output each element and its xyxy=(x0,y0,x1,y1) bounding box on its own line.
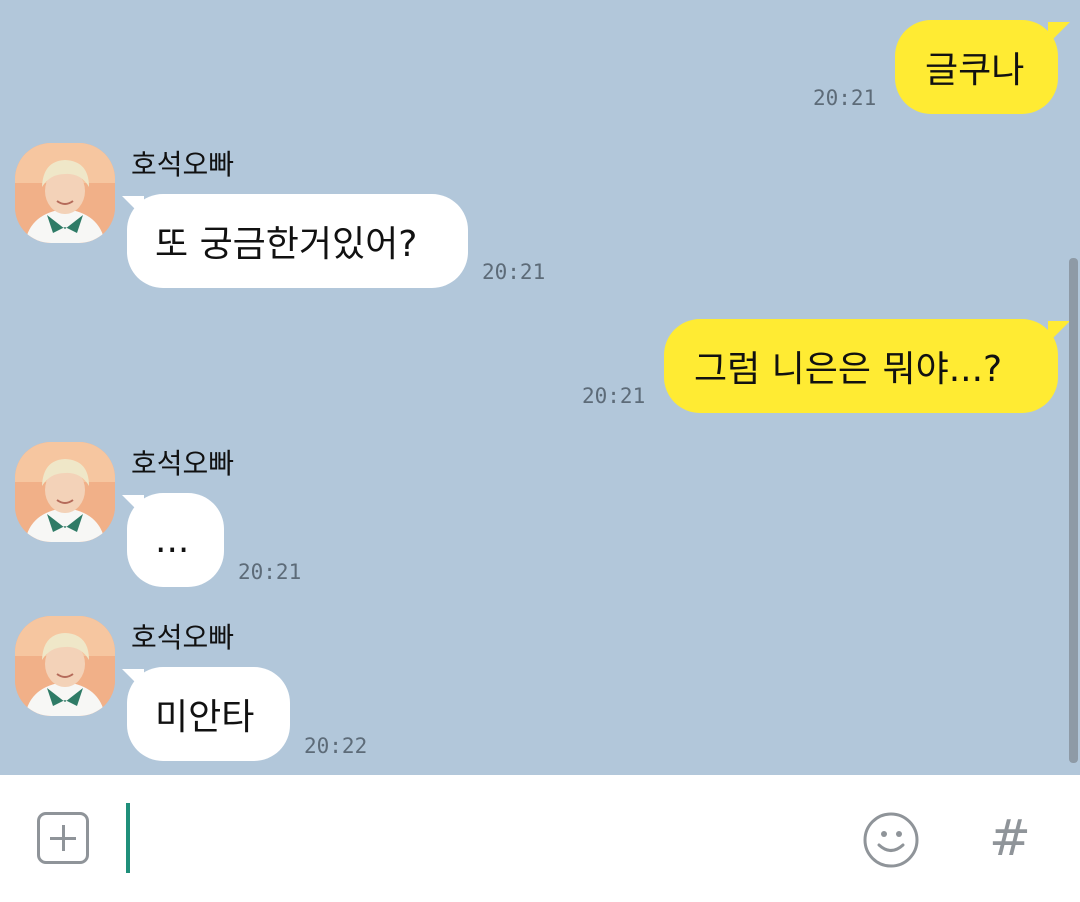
message-text: 미안타 xyxy=(155,697,255,738)
profile-photo xyxy=(15,616,115,716)
message-text: 글쿠나 xyxy=(925,50,1025,91)
bubble-tail xyxy=(1048,22,1070,44)
my-message-bubble[interactable]: 그럼 니은은 뭐야...? xyxy=(664,319,1058,413)
profile-photo xyxy=(15,442,115,542)
my-message-bubble[interactable]: 글쿠나 xyxy=(895,20,1058,114)
message-time: 20:22 xyxy=(304,734,368,758)
sender-name: 호석오빠 xyxy=(131,621,235,654)
avatar[interactable] xyxy=(15,442,115,542)
message-time: 20:21 xyxy=(813,86,877,110)
message-time: 20:21 xyxy=(238,560,302,584)
avatar[interactable] xyxy=(15,143,115,243)
scrollbar[interactable] xyxy=(1069,258,1078,763)
bubble-tail xyxy=(1048,321,1070,343)
their-message-bubble[interactable]: 또 궁금한거있어? xyxy=(127,194,468,288)
message-time: 20:21 xyxy=(582,384,646,408)
emoticon-button[interactable] xyxy=(862,811,920,869)
message-text: 그럼 니은은 뭐야...? xyxy=(694,349,1003,390)
text-cursor xyxy=(126,803,130,873)
sender-name: 호석오빠 xyxy=(131,148,235,181)
avatar[interactable] xyxy=(15,616,115,716)
hashtag-button[interactable]: # xyxy=(985,808,1035,868)
smiley-icon xyxy=(863,812,919,868)
message-text: 또 궁금한거있어? xyxy=(155,224,418,265)
profile-photo xyxy=(15,143,115,243)
message-text: ... xyxy=(155,519,190,561)
sender-name: 호석오빠 xyxy=(131,447,235,480)
message-input[interactable] xyxy=(120,800,824,878)
chat-area[interactable]: 20:21 글쿠나 호석오빠 또 궁금한거있어? 20:21 20:21 그럼 … xyxy=(0,0,1080,775)
their-message-bubble[interactable]: 미안타 xyxy=(127,667,290,761)
attach-plus-icon[interactable] xyxy=(37,812,89,864)
their-message-bubble[interactable]: ... xyxy=(127,493,224,587)
message-time: 20:21 xyxy=(482,260,546,284)
